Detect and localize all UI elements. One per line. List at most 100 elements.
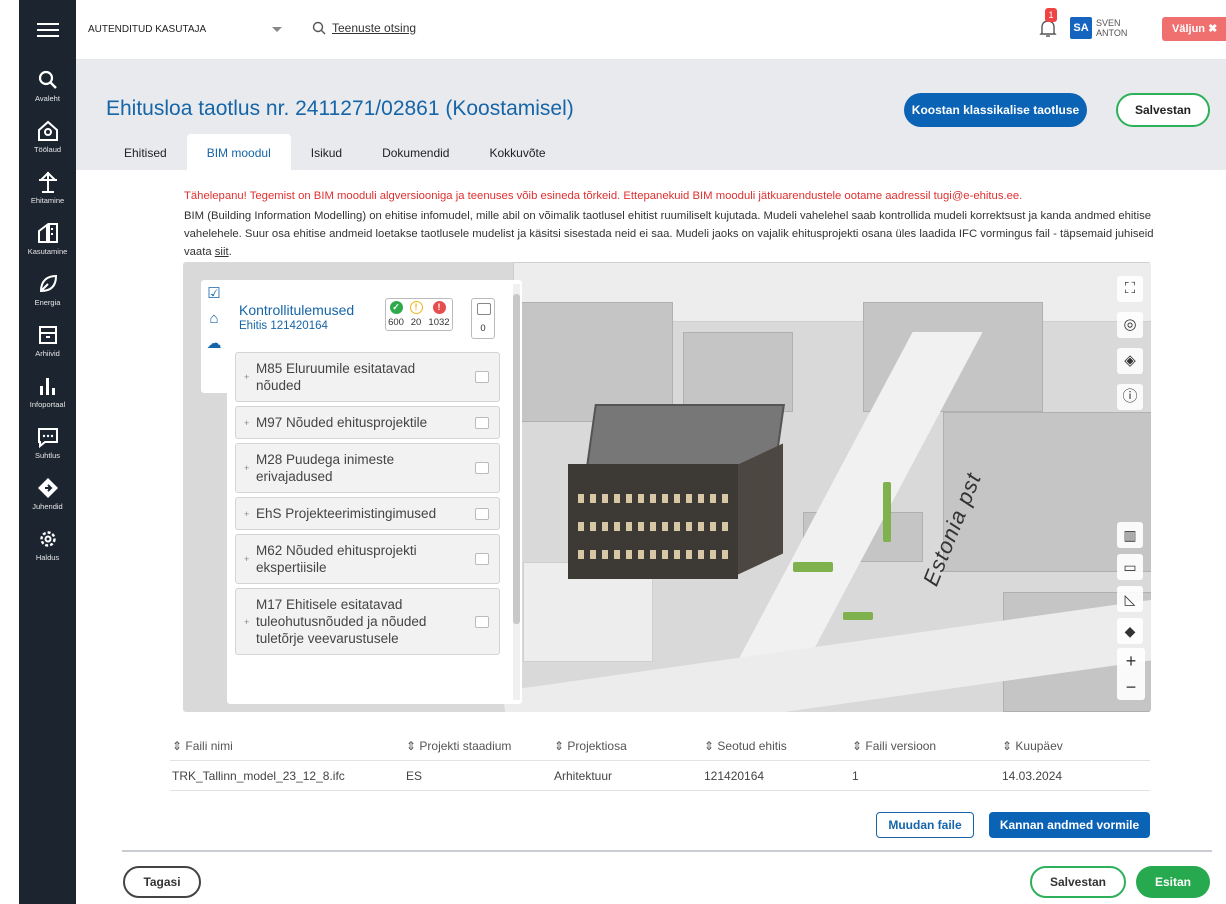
check-item[interactable]: + M97 Nõuded ehitusprojektile — [235, 406, 500, 439]
home-search-icon — [37, 120, 58, 141]
model-side — [738, 443, 783, 575]
comment-icon[interactable] — [475, 553, 489, 565]
col-file-name[interactable]: ⇕ Faili nimi — [170, 739, 406, 753]
comment-icon[interactable] — [475, 416, 489, 429]
nav-avaleht[interactable]: Avaleht — [19, 60, 76, 111]
fullscreen-icon[interactable]: ⛶ — [1117, 276, 1143, 302]
tab-dokumendid[interactable]: Dokumendid — [362, 134, 469, 170]
check-icon: ✓ — [389, 301, 403, 314]
col-date[interactable]: ⇕ Kuupäev — [1002, 739, 1150, 753]
green-area — [843, 612, 873, 620]
tab-ehitised[interactable]: Ehitised — [104, 134, 187, 170]
side-navigation: Avaleht Töölaud Ehitamine Kasutamine Ene… — [19, 0, 76, 904]
check-item[interactable]: + M85 Eluruumile esitatavad nõuded — [235, 352, 500, 402]
focus-icon[interactable]: ◎ — [1117, 312, 1143, 338]
control-results-panel: Kontrollitulemused Ehitis 121420164 ✓ 600… — [227, 280, 522, 704]
nav-haldus[interactable]: Haldus — [19, 519, 76, 570]
expand-icon: + — [244, 463, 250, 473]
count-error[interactable]: ! 1032 — [426, 299, 452, 330]
check-item[interactable]: + M17 Ehitisele esitatavad tuleohutusnõud… — [235, 588, 500, 655]
ruler-icon[interactable]: ▭ — [1117, 554, 1143, 580]
menu-icon[interactable] — [19, 0, 76, 60]
submit-button[interactable]: Esitan — [1136, 866, 1210, 898]
check-item[interactable]: + M28 Puudega inimeste erivajadused — [235, 443, 500, 493]
guide-link[interactable]: siit — [215, 246, 229, 258]
tab-bim-moodul[interactable]: BIM moodul — [186, 134, 291, 170]
error-icon: ! — [432, 301, 446, 314]
page-title: Ehitusloa taotlus nr. 2411271/02861 (Koo… — [106, 97, 574, 120]
notifications-button[interactable]: 1 — [1039, 8, 1057, 41]
zoom-control: + − — [1117, 648, 1145, 700]
panel-subtitle: Ehitis 121420164 — [239, 320, 328, 332]
nav-infoportaal[interactable]: Infoportaal — [19, 366, 76, 417]
comment-icon[interactable] — [475, 615, 489, 628]
logout-button[interactable]: Väljun ✖ — [1162, 17, 1226, 41]
nav-kasutamine[interactable]: Kasutamine — [19, 213, 76, 264]
nav-arhiivid[interactable]: Arhiivid — [19, 315, 76, 366]
col-linked-building[interactable]: ⇕ Seotud ehitis — [704, 739, 852, 753]
table-row[interactable]: TRK_Tallinn_model_23_12_8.ifc ES Arhitek… — [170, 761, 1150, 791]
layers-icon[interactable]: ◈ — [1117, 348, 1143, 374]
eraser-icon[interactable]: ◆ — [1117, 618, 1143, 644]
save-button-top[interactable]: Salvestan — [1116, 93, 1210, 127]
bim-3d-viewer[interactable]: Estonia pst ⛶ ◎ ◈ ⓘ ▥ ▭ ◺ ◆ + − ☑ ⌂ ☁ Ko… — [183, 262, 1151, 712]
user-menu[interactable]: SA SVEN ANTON — [1070, 17, 1127, 39]
zoom-out-icon[interactable]: − — [1117, 674, 1145, 700]
building-model[interactable] — [568, 404, 788, 579]
scrollbar-thumb[interactable] — [513, 294, 520, 624]
model-facade — [568, 464, 738, 579]
checklist-icon[interactable]: ☑ — [207, 285, 220, 302]
angle-icon[interactable]: ◺ — [1117, 586, 1143, 612]
classic-application-button[interactable]: Koostan klassikalise taotluse — [904, 93, 1087, 127]
role-select[interactable]: AUTENDITUD KASUTAJA — [88, 24, 206, 35]
edit-files-button[interactable]: Muudan faile — [876, 812, 974, 838]
nav-toolaud[interactable]: Töölaud — [19, 111, 76, 162]
avatar: SA — [1070, 17, 1092, 39]
nav-energia[interactable]: Energia — [19, 264, 76, 315]
check-item[interactable]: + M62 Nõuded ehitusprojekti ekspertiisile — [235, 534, 500, 584]
save-button[interactable]: Salvestan — [1030, 866, 1126, 898]
viewer-toolbar-top: ⛶ ◎ ◈ ⓘ — [1117, 276, 1145, 410]
green-area — [883, 482, 891, 542]
col-file-version[interactable]: ⇕ Faili versioon — [852, 739, 1002, 753]
table-header: ⇕ Faili nimi ⇕ Projekti staadium ⇕ Proje… — [170, 731, 1150, 761]
home-search-icon[interactable]: ⌂ — [209, 310, 218, 327]
panel-scrollbar[interactable] — [513, 284, 520, 700]
service-search[interactable]: Teenuste otsing — [312, 21, 416, 35]
nav-suhtlus[interactable]: Suhtlus — [19, 417, 76, 468]
nav-ehitamine[interactable]: Ehitamine — [19, 162, 76, 213]
tab-kokkuvote[interactable]: Kokkuvõte — [469, 134, 565, 170]
info-icon[interactable]: ⓘ — [1117, 384, 1143, 410]
building-icon — [37, 223, 58, 243]
back-button[interactable]: Tagasi — [123, 866, 201, 898]
user-name: SVEN ANTON — [1096, 18, 1128, 38]
nav-juhendid[interactable]: Juhendid — [19, 468, 76, 519]
divider — [122, 850, 1212, 852]
transfer-data-button[interactable]: Kannan andmed vormile — [989, 812, 1150, 838]
count-warning[interactable]: ! 20 — [406, 299, 426, 330]
expand-icon: + — [244, 417, 250, 428]
cloud-download-icon[interactable]: ☁ — [207, 335, 222, 352]
comment-icon[interactable] — [475, 371, 489, 383]
archive-icon — [38, 326, 57, 344]
comment-icon[interactable] — [475, 507, 489, 520]
bar-chart-icon — [39, 378, 55, 395]
comment-icon[interactable] — [475, 462, 489, 474]
tab-bar: Ehitised BIM moodul Isikud Dokumendid Ko… — [104, 134, 566, 170]
notification-badge: 1 — [1045, 8, 1057, 22]
expand-icon: + — [244, 554, 250, 564]
tab-isikud[interactable]: Isikud — [291, 134, 362, 170]
count-ok[interactable]: ✓ 600 — [386, 299, 406, 330]
comment-count[interactable]: 0 — [471, 298, 495, 339]
zoom-in-icon[interactable]: + — [1117, 648, 1145, 674]
chevron-down-icon[interactable] — [272, 27, 282, 32]
col-project-stage[interactable]: ⇕ Projekti staadium — [406, 739, 554, 753]
check-item[interactable]: + EhS Projekteerimistingimused — [235, 497, 500, 530]
info-text: BIM (Building Information Modelling) on … — [184, 210, 1154, 258]
search-link[interactable]: Teenuste otsing — [332, 21, 416, 35]
map-icon[interactable]: ▥ — [1117, 522, 1143, 548]
col-project-part[interactable]: ⇕ Projektiosa — [554, 739, 704, 753]
search-icon — [312, 21, 326, 35]
viewer-toolbar-bottom: ▥ ▭ ◺ ◆ — [1117, 522, 1145, 644]
bim-card: Tähelepanu! Tegemist on BIM mooduli algv… — [104, 170, 1214, 846]
